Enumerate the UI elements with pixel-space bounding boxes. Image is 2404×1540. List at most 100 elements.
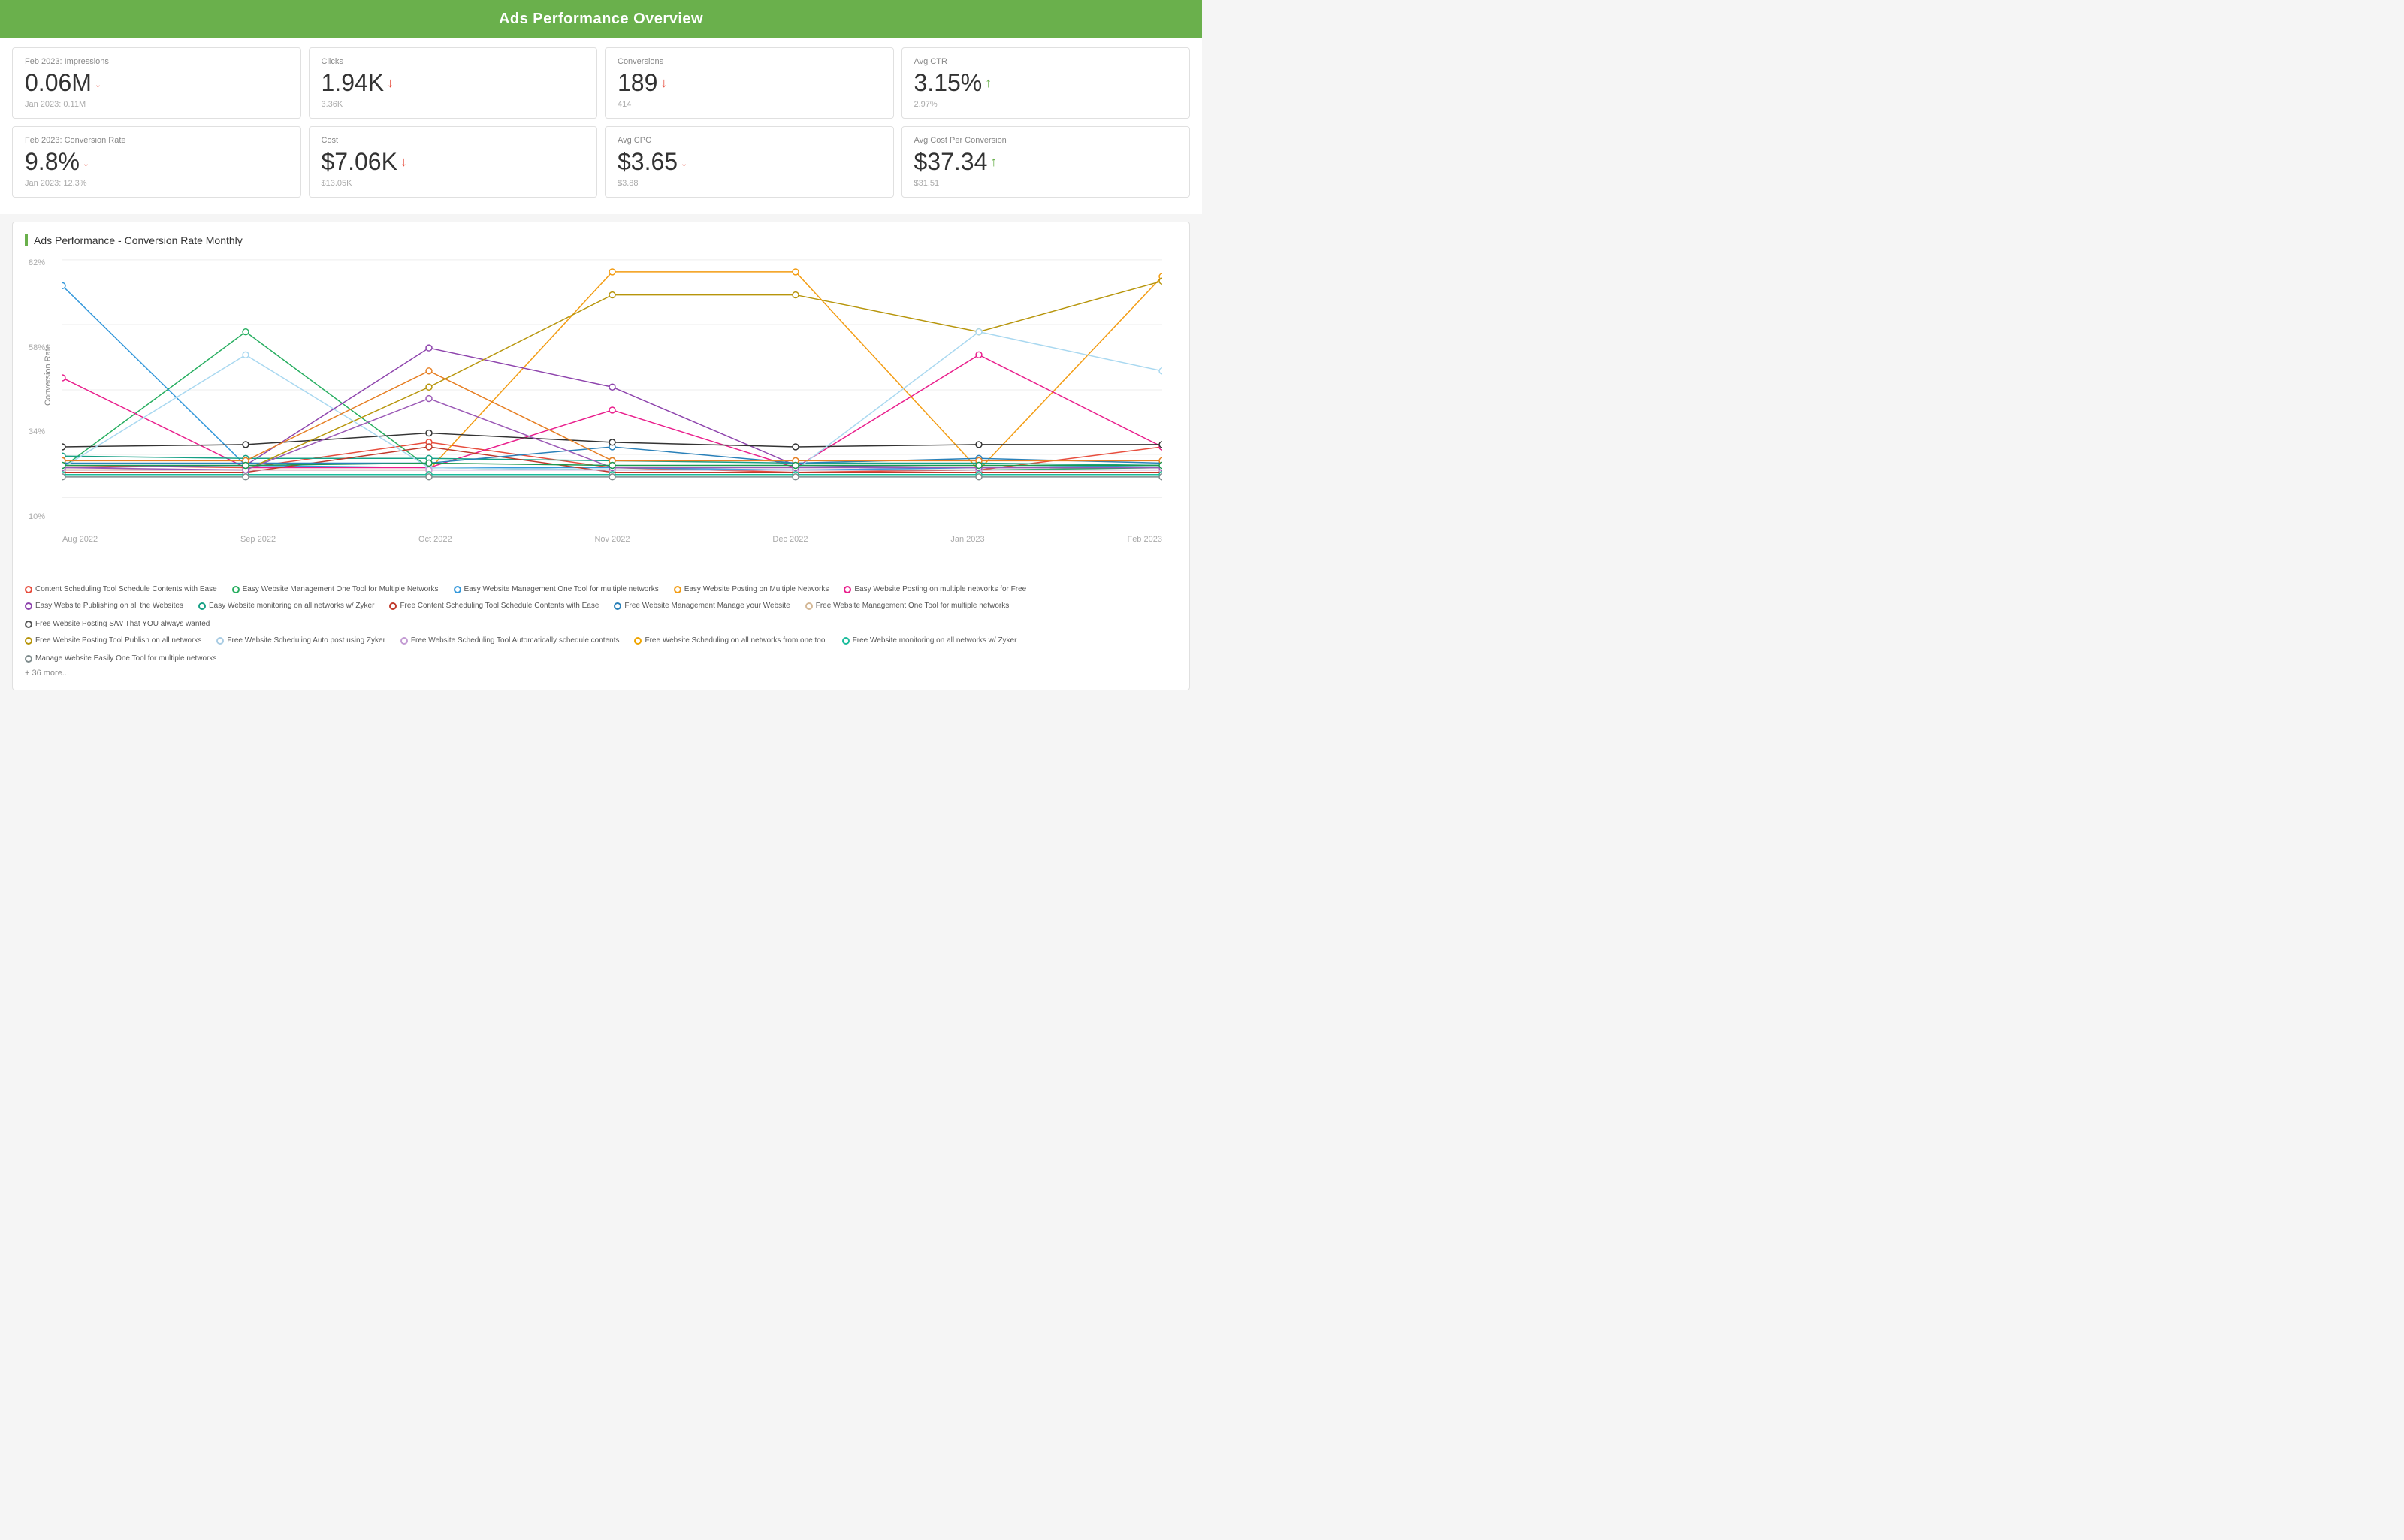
arrow-down-icon: ↓ (387, 75, 394, 91)
legend-dot (25, 621, 32, 628)
chart-dot (609, 407, 615, 413)
more-link[interactable]: + 36 more... (25, 669, 1177, 678)
legend-item: Free Website Scheduling Auto post using … (216, 634, 385, 648)
chart-dot (62, 463, 65, 469)
chart-title: Ads Performance - Conversion Rate Monthl… (25, 234, 1177, 246)
metric-prev: 414 (618, 100, 881, 109)
chart-dot (793, 292, 799, 298)
chart-dot (1159, 463, 1162, 469)
arrow-down-icon: ↓ (83, 154, 89, 170)
legend-dot (454, 586, 461, 593)
legend-item: Easy Website Posting on Multiple Network… (674, 583, 829, 596)
metric-card-2: Conversions 189 ↓ 414 (605, 47, 894, 119)
legend-label: Easy Website Management One Tool for mul… (464, 583, 659, 596)
chart-dot (426, 345, 432, 351)
chart-dot (1159, 474, 1162, 480)
chart-dot (243, 329, 249, 335)
legend-item: Content Scheduling Tool Schedule Content… (25, 583, 217, 596)
metric-card-0: Feb 2023: Impressions 0.06M ↓ Jan 2023: … (12, 47, 301, 119)
chart-dot (793, 444, 799, 450)
metric-value: $7.06K ↓ (322, 148, 585, 176)
metric-value: 0.06M ↓ (25, 69, 288, 97)
legend-dot (25, 637, 32, 645)
legend-label: Free Website Posting Tool Publish on all… (35, 634, 201, 648)
legend-item: Free Website Scheduling Tool Automatical… (400, 634, 620, 648)
metric-prev: 2.97% (914, 100, 1178, 109)
x-axis-labels: Aug 2022Sep 2022Oct 2022Nov 2022Dec 2022… (62, 535, 1162, 544)
x-axis-tick: Oct 2022 (418, 535, 452, 544)
chart-dot (62, 282, 65, 288)
legend-label: Easy Website monitoring on all networks … (209, 599, 374, 613)
metrics-row-2: Feb 2023: Conversion Rate 9.8% ↓ Jan 202… (12, 126, 1190, 198)
metric-number: $7.06K (322, 148, 397, 176)
legend-dot (400, 637, 408, 645)
chart-dot (976, 463, 982, 469)
metric-number: $37.34 (914, 148, 988, 176)
chart-dot (62, 375, 65, 381)
chart-dot (1159, 368, 1162, 374)
metric-value: 3.15% ↑ (914, 69, 1178, 97)
x-axis-tick: Feb 2023 (1127, 535, 1161, 544)
metric-prev: 3.36K (322, 100, 585, 109)
arrow-up-icon: ↑ (985, 75, 992, 91)
chart-dot (793, 474, 799, 480)
legend-item: Free Website Management Manage your Webs… (614, 599, 790, 613)
metric-value: $37.34 ↑ (914, 148, 1178, 176)
chart-dot (609, 269, 615, 275)
metric-card-1: Cost $7.06K ↓ $13.05K (309, 126, 598, 198)
y-axis-tick: 34% (29, 427, 45, 436)
metric-number: $3.65 (618, 148, 678, 176)
chart-dot (609, 384, 615, 390)
legend-label: Easy Website Posting on Multiple Network… (684, 583, 829, 596)
legend-label: Free Content Scheduling Tool Schedule Co… (400, 599, 599, 613)
legend-label: Easy Website Management One Tool for Mul… (243, 583, 439, 596)
legend-dot (634, 637, 642, 645)
chart-dot (426, 430, 432, 436)
legend-item: Free Website monitoring on all networks … (842, 634, 1017, 648)
chart-dot (426, 444, 432, 450)
y-axis-tick: 58% (29, 343, 45, 352)
chart-dot (793, 463, 799, 469)
metric-label: Feb 2023: Impressions (25, 57, 288, 66)
chart-dot (1159, 442, 1162, 448)
metric-number: 189 (618, 69, 657, 97)
chart-dot (243, 474, 249, 480)
metric-prev: $3.88 (618, 179, 881, 188)
x-axis-tick: Sep 2022 (240, 535, 276, 544)
legend-dot (25, 586, 32, 593)
arrow-down-icon: ↓ (660, 75, 667, 91)
arrow-down-icon: ↓ (400, 154, 407, 170)
chart-dot (62, 474, 65, 480)
chart-dot (976, 329, 982, 335)
metric-label: Conversions (618, 57, 881, 66)
metric-prev: Jan 2023: 0.11M (25, 100, 288, 109)
legend-label: Easy Website Posting on multiple network… (854, 583, 1026, 596)
metric-number: 3.15% (914, 69, 983, 97)
legend-dot (614, 602, 621, 610)
chart-container: 82%58%34%10% Aug 2022Sep 2022Oct 2022Nov… (25, 258, 1177, 574)
y-axis-label: Conversion Rate (44, 344, 53, 406)
metric-number: 1.94K (322, 69, 385, 97)
legend-item: Easy Website Management One Tool for Mul… (232, 583, 439, 596)
legend-label: Free Website Posting S/W That YOU always… (35, 618, 210, 631)
chart-dot (426, 474, 432, 480)
chart-dot (1159, 278, 1162, 284)
legend-item: Manage Website Easily One Tool for multi… (25, 652, 216, 666)
legend-dot (232, 586, 240, 593)
legend-dot (198, 602, 206, 610)
metric-label: Clicks (322, 57, 585, 66)
legend-label: Content Scheduling Tool Schedule Content… (35, 583, 217, 596)
chart-dot (976, 442, 982, 448)
legend-label: Easy Website Publishing on all the Websi… (35, 599, 183, 613)
metric-label: Feb 2023: Conversion Rate (25, 136, 288, 145)
legend-item: Easy Website monitoring on all networks … (198, 599, 374, 613)
legend-section: Content Scheduling Tool Schedule Content… (25, 583, 1177, 666)
chart-dot (976, 352, 982, 358)
legend-label: Free Website Scheduling Auto post using … (227, 634, 385, 648)
metric-card-1: Clicks 1.94K ↓ 3.36K (309, 47, 598, 119)
legend-item: Free Website Posting Tool Publish on all… (25, 634, 201, 648)
x-axis-tick: Nov 2022 (594, 535, 630, 544)
legend-dot (216, 637, 224, 645)
legend-item: Free Content Scheduling Tool Schedule Co… (389, 599, 599, 613)
metric-card-2: Avg CPC $3.65 ↓ $3.88 (605, 126, 894, 198)
